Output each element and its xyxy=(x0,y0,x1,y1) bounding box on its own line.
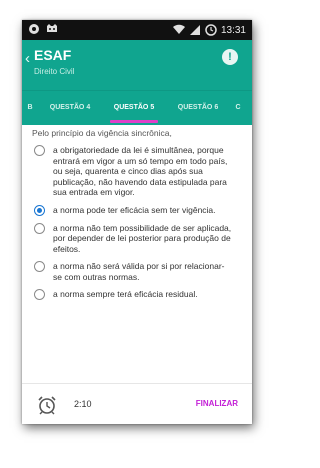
question-tabs: B QUESTÃO 4 QUESTÃO 5 QUESTÃO 6 C xyxy=(22,90,252,125)
tab-questao-5[interactable]: QUESTÃO 5 xyxy=(102,91,166,125)
tab-previous-partial[interactable]: B xyxy=(22,91,38,125)
option-3[interactable]: a norma não tem possibilidade de ser apl… xyxy=(30,222,244,255)
finish-button[interactable]: FINALIZAR xyxy=(196,399,238,408)
app-title: ESAF xyxy=(34,47,72,63)
option-label: a norma não será válida por si por relac… xyxy=(53,261,225,282)
signal-icon xyxy=(189,25,200,35)
app-subtitle: Direito Civil xyxy=(34,67,75,76)
radio-button-selected[interactable] xyxy=(34,204,45,216)
phone-screen: 13:31 ‹ ESAF Direito Civil ! B QUESTÃO 4… xyxy=(22,20,252,424)
option-label: a norma sempre terá eficácia residual. xyxy=(53,289,198,299)
question-text: Pelo princípio da vigência sincrônica, xyxy=(32,128,172,138)
radio-button[interactable] xyxy=(34,222,45,234)
circle-notification-icon xyxy=(29,24,39,34)
option-label: a norma pode ter eficácia sem ter vigênc… xyxy=(53,204,216,215)
option-4[interactable]: a norma não será válida por si por relac… xyxy=(30,261,244,282)
option-2[interactable]: a norma pode ter eficácia sem ter vigênc… xyxy=(30,204,244,216)
tab-questao-4[interactable]: QUESTÃO 4 xyxy=(38,91,102,125)
wifi-icon xyxy=(172,24,185,34)
question-content: Pelo princípio da vigência sincrônica, a… xyxy=(22,124,252,300)
option-label: a obrigatoriedade da lei é simultânea, p… xyxy=(53,145,228,197)
tab-next-partial[interactable]: C xyxy=(230,91,246,125)
battery-icon xyxy=(205,24,217,36)
back-icon[interactable]: ‹ xyxy=(25,50,30,67)
status-bar: 13:31 xyxy=(22,20,252,40)
radio-button[interactable] xyxy=(34,145,45,156)
alarm-clock-icon xyxy=(38,396,56,415)
status-time: 13:31 xyxy=(220,24,246,36)
bottom-bar: 2:10 FINALIZAR xyxy=(22,383,252,424)
radio-button[interactable] xyxy=(34,289,45,300)
cat-notification-icon xyxy=(47,24,57,32)
option-5[interactable]: a norma sempre terá eficácia residual. xyxy=(30,289,244,300)
timer-value: 2:10 xyxy=(74,399,92,409)
tab-questao-6[interactable]: QUESTÃO 6 xyxy=(166,91,230,125)
option-label: a norma não tem possibilidade de ser apl… xyxy=(53,222,232,254)
app-bar: ‹ ESAF Direito Civil ! xyxy=(22,40,252,90)
option-1[interactable]: a obrigatoriedade da lei é simultânea, p… xyxy=(30,145,244,198)
radio-button[interactable] xyxy=(34,261,45,272)
info-button[interactable]: ! xyxy=(222,49,238,65)
